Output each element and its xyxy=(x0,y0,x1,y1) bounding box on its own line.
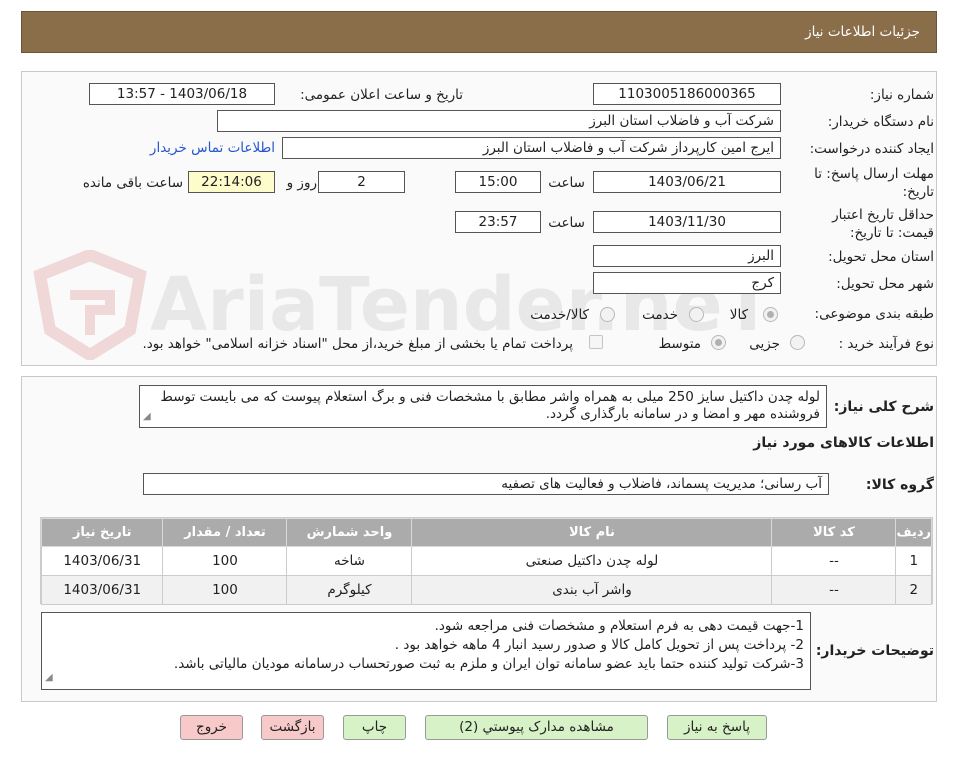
resize-grip-icon[interactable]: ◢ xyxy=(143,408,151,425)
treasury-payment-note: پرداخت تمام یا بخشی از مبلغ خرید،از محل … xyxy=(142,336,573,352)
category-goods-radio[interactable] xyxy=(763,307,778,322)
remaining-time-field: 22:14:06 xyxy=(188,171,275,193)
category-goods-service-radio[interactable] xyxy=(600,307,615,322)
announce-label: تاریخ و ساعت اعلان عمومی: xyxy=(300,87,463,103)
item-unit: کیلوگرم xyxy=(286,575,413,605)
summary-label: شرح کلی نیاز: xyxy=(833,399,934,415)
reply-button[interactable]: پاسخ به نیاز xyxy=(667,715,767,740)
buyer-notes-label: توضیحات خریدار: xyxy=(815,643,934,659)
item-unit: شاخه xyxy=(286,546,413,576)
goods-section-title: اطلاعات کالاهای مورد نیاز xyxy=(753,435,934,451)
validity-label-line2: قیمت: تا تاریخ: xyxy=(850,225,934,241)
validity-label: حداقل تاریخ اعتبار قیمت: تا تاریخ: xyxy=(832,206,934,242)
announce-field: 1403/06/18 - 13:57 xyxy=(89,83,275,105)
deadline-label-line1: مهلت ارسال پاسخ: تا xyxy=(814,166,934,182)
col-code: کد کالا xyxy=(771,518,897,547)
deadline-time-field: 15:00 xyxy=(455,171,541,193)
page-title: جزئیات اطلاعات نیاز xyxy=(805,24,920,40)
item-need-date: 1403/06/31 xyxy=(40,575,164,605)
treasury-payment-checkbox[interactable] xyxy=(589,335,603,349)
col-name: نام کالا xyxy=(411,518,773,547)
province-label: استان محل تحویل: xyxy=(828,249,934,265)
item-need-date: 1403/06/31 xyxy=(40,546,164,576)
table-row: 2 -- واشر آب بندی کیلوگرم 100 1403/06/31 xyxy=(40,575,932,605)
days-label: روز و xyxy=(286,175,317,191)
need-number-label: شماره نیاز: xyxy=(869,87,934,103)
goods-table-wrap: ردیف کد کالا نام کالا واحد شمارش تعداد /… xyxy=(40,517,933,605)
deadline-label: مهلت ارسال پاسخ: تا تاریخ: xyxy=(814,165,934,201)
process-medium-label: متوسط xyxy=(658,336,701,352)
item-name: واشر آب بندی xyxy=(411,575,773,605)
category-goods-service-label: کالا/خدمت xyxy=(530,307,589,323)
category-goods-label: کالا xyxy=(729,307,748,323)
buyer-contact-link[interactable]: اطلاعات تماس خریدار xyxy=(150,140,275,156)
print-button[interactable]: چاپ xyxy=(343,715,406,740)
goods-table: ردیف کد کالا نام کالا واحد شمارش تعداد /… xyxy=(40,518,932,605)
creator-field: ایرج امین کارپرداز شرکت آب و فاضلاب استا… xyxy=(282,137,781,159)
city-label: شهر محل تحویل: xyxy=(836,276,934,292)
col-quantity: تعداد / مقدار xyxy=(162,518,288,547)
item-name: لوله چدن داکتیل صنعتی xyxy=(411,546,773,576)
goods-group-field: آب رسانی؛ مدیریت پسماند، فاضلاب و فعالیت… xyxy=(143,473,829,495)
buyer-org-field: شرکت آب و فاضلاب استان البرز xyxy=(217,110,781,132)
row-number: 1 xyxy=(895,546,932,576)
item-code: -- xyxy=(771,546,897,576)
resize-grip-icon[interactable]: ◢ xyxy=(45,668,53,687)
process-minor-label: جزیی xyxy=(749,336,780,352)
goods-group-label: گروه کالا: xyxy=(865,477,934,493)
category-label: طبقه بندی موضوعی: xyxy=(814,306,934,322)
buyer-note-line: 2- پرداخت پس از تحویل کامل کالا و صدور ر… xyxy=(394,637,804,653)
category-service-radio[interactable] xyxy=(689,307,704,322)
deadline-date-field: 1403/06/21 xyxy=(593,171,781,193)
process-medium-radio[interactable] xyxy=(711,335,726,350)
validity-date-field: 1403/11/30 xyxy=(593,211,781,233)
days-remaining-field: 2 xyxy=(318,171,405,193)
buyer-note-line: 1-جهت قیمت دهی به فرم استعلام و مشخصات ف… xyxy=(434,618,804,634)
col-row: ردیف xyxy=(895,518,932,547)
item-code: -- xyxy=(771,575,897,605)
need-number-field: 1103005186000365 xyxy=(593,83,781,105)
validity-time-label: ساعت xyxy=(548,215,585,231)
back-button[interactable]: بازگشت xyxy=(261,715,324,740)
deadline-label-line2: تاریخ: xyxy=(902,184,934,200)
watermark-logo-icon xyxy=(33,250,147,360)
buyer-note-line: 3-شرکت تولید کننده حتما باید عضو سامانه … xyxy=(173,656,804,672)
city-field: کرج xyxy=(593,272,781,294)
creator-label: ایجاد کننده درخواست: xyxy=(809,141,934,157)
buyer-notes-field: 1-جهت قیمت دهی به فرم استعلام و مشخصات ف… xyxy=(41,612,811,690)
process-label: نوع فرآیند خرید : xyxy=(838,336,934,352)
exit-button[interactable]: خروج xyxy=(180,715,243,740)
view-attachments-button[interactable]: مشاهده مدارک پیوستي (2) xyxy=(425,715,648,740)
summary-text: لوله چدن داکتیل سایز 250 میلی به همراه و… xyxy=(160,389,820,422)
item-quantity: 100 xyxy=(162,575,288,605)
province-field: البرز xyxy=(593,245,781,267)
validity-label-line1: حداقل تاریخ اعتبار xyxy=(832,207,934,223)
table-row: 1 -- لوله چدن داکتیل صنعتی شاخه 100 1403… xyxy=(40,546,932,576)
col-unit: واحد شمارش xyxy=(286,518,413,547)
row-number: 2 xyxy=(895,575,932,605)
col-need-date: تاریخ نیاز xyxy=(40,518,164,547)
process-minor-radio[interactable] xyxy=(790,335,805,350)
validity-time-field: 23:57 xyxy=(455,211,541,233)
item-quantity: 100 xyxy=(162,546,288,576)
remaining-time-label: ساعت باقی مانده xyxy=(82,175,183,191)
summary-text-field: لوله چدن داکتیل سایز 250 میلی به همراه و… xyxy=(139,385,827,428)
category-service-label: خدمت xyxy=(642,307,678,323)
page-header: جزئیات اطلاعات نیاز xyxy=(21,11,937,53)
deadline-time-label: ساعت xyxy=(548,175,585,191)
buyer-org-label: نام دستگاه خریدار: xyxy=(827,114,934,130)
